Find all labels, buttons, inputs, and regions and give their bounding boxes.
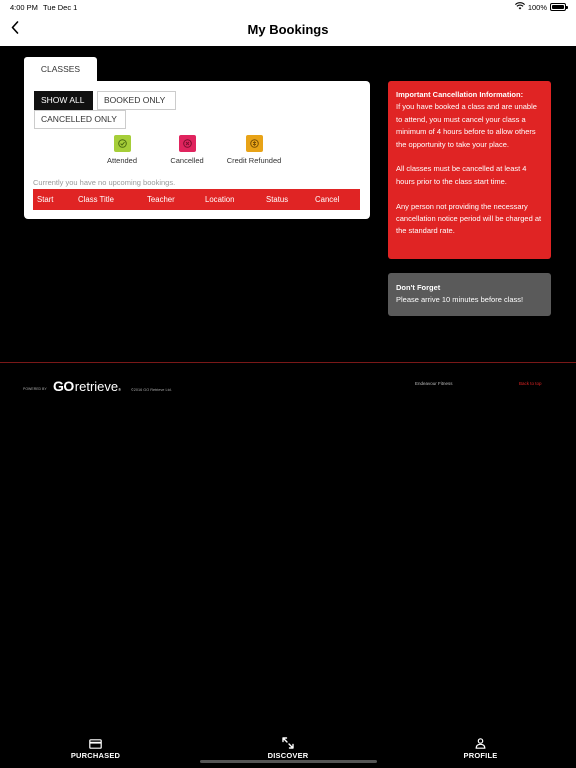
- cancellation-info-panel: Important Cancellation Information: If y…: [388, 81, 551, 259]
- column-header: Class Title: [78, 195, 114, 204]
- column-header: Start: [37, 195, 54, 204]
- tabbar-label: PROFILE: [463, 751, 498, 760]
- cancelled-icon: [178, 135, 196, 152]
- legend-cancelled: Cancelled: [167, 135, 207, 165]
- footer-divider: [0, 362, 576, 363]
- tab-classes[interactable]: CLASSES: [24, 57, 97, 82]
- cancelled-only-button[interactable]: CANCELLED ONLY: [34, 110, 126, 129]
- legend-label: Attended: [106, 156, 138, 165]
- cancellation-info-paragraph: Any person not providing the necessary c…: [396, 201, 542, 236]
- legend-label: Credit Refunded: [226, 156, 282, 165]
- tabbar-purchased[interactable]: PURCHASED: [0, 728, 191, 768]
- empty-bookings-message: Currently you have no upcoming bookings.: [33, 178, 176, 187]
- credit-refunded-icon: [245, 135, 263, 152]
- legend-attended: Attended: [102, 135, 142, 165]
- legend-label: Cancelled: [170, 156, 204, 165]
- legend-credit-refunded: Credit Refunded: [220, 135, 288, 165]
- status-time: 4:00 PM: [10, 3, 38, 12]
- column-header: Cancel: [315, 195, 340, 204]
- battery-icon: [550, 3, 568, 11]
- battery-level: [552, 5, 564, 9]
- status-date: Tue Dec 1: [43, 3, 78, 12]
- person-icon: [475, 736, 486, 749]
- column-header: Status: [266, 195, 289, 204]
- booked-only-button[interactable]: BOOKED ONLY: [97, 91, 176, 110]
- expand-icon: [282, 736, 294, 749]
- wifi-icon: [514, 2, 525, 12]
- column-header: Teacher: [147, 195, 175, 204]
- cancellation-info-paragraph: All classes must be cancelled at least 4…: [396, 164, 527, 186]
- reminder-title: Don't Forget: [396, 283, 441, 292]
- powered-by-label: POWERED BY: [23, 387, 47, 391]
- cancellation-info-title: Important Cancellation Information:: [396, 90, 524, 99]
- go-retrieve-logo: GO retrieve ®: [53, 378, 121, 394]
- show-all-button[interactable]: SHOW ALL: [34, 91, 93, 110]
- card-icon: [89, 736, 102, 749]
- reminder-text: Please arrive 10 minutes before class!: [396, 295, 524, 304]
- attended-icon: [113, 135, 131, 152]
- cancellation-info-paragraph: If you have booked a class and are unabl…: [396, 102, 537, 149]
- copyright: ©2016 GO Retrieve Ltd.: [131, 388, 172, 392]
- logo-retrieve: retrieve: [74, 379, 119, 394]
- tabbar-label: DISCOVER: [267, 751, 309, 760]
- column-header: Location: [205, 195, 235, 204]
- bookings-card: SHOW ALL BOOKED ONLY CANCELLED ONLY Atte…: [24, 81, 370, 219]
- nav-bar: My Bookings: [0, 14, 576, 46]
- tabbar-label: PURCHASED: [70, 751, 121, 760]
- home-indicator: [200, 760, 377, 763]
- reminder-panel: Don't Forget Please arrive 10 minutes be…: [388, 273, 551, 316]
- logo-go: GO: [53, 378, 74, 394]
- status-indicators: 100%: [514, 2, 568, 12]
- status-bar: 4:00 PM Tue Dec 1 100%: [0, 0, 576, 14]
- bookings-table-header: Start Class Title Teacher Location Statu…: [33, 189, 360, 210]
- tabbar-profile[interactable]: PROFILE: [385, 728, 576, 768]
- page-title: My Bookings: [247, 22, 329, 37]
- logo-registered: ®: [118, 387, 122, 392]
- battery-percent: 100%: [527, 2, 547, 12]
- venue-name: Endeavour Fitness: [415, 381, 453, 386]
- back-to-top-link[interactable]: Back to top: [519, 381, 542, 386]
